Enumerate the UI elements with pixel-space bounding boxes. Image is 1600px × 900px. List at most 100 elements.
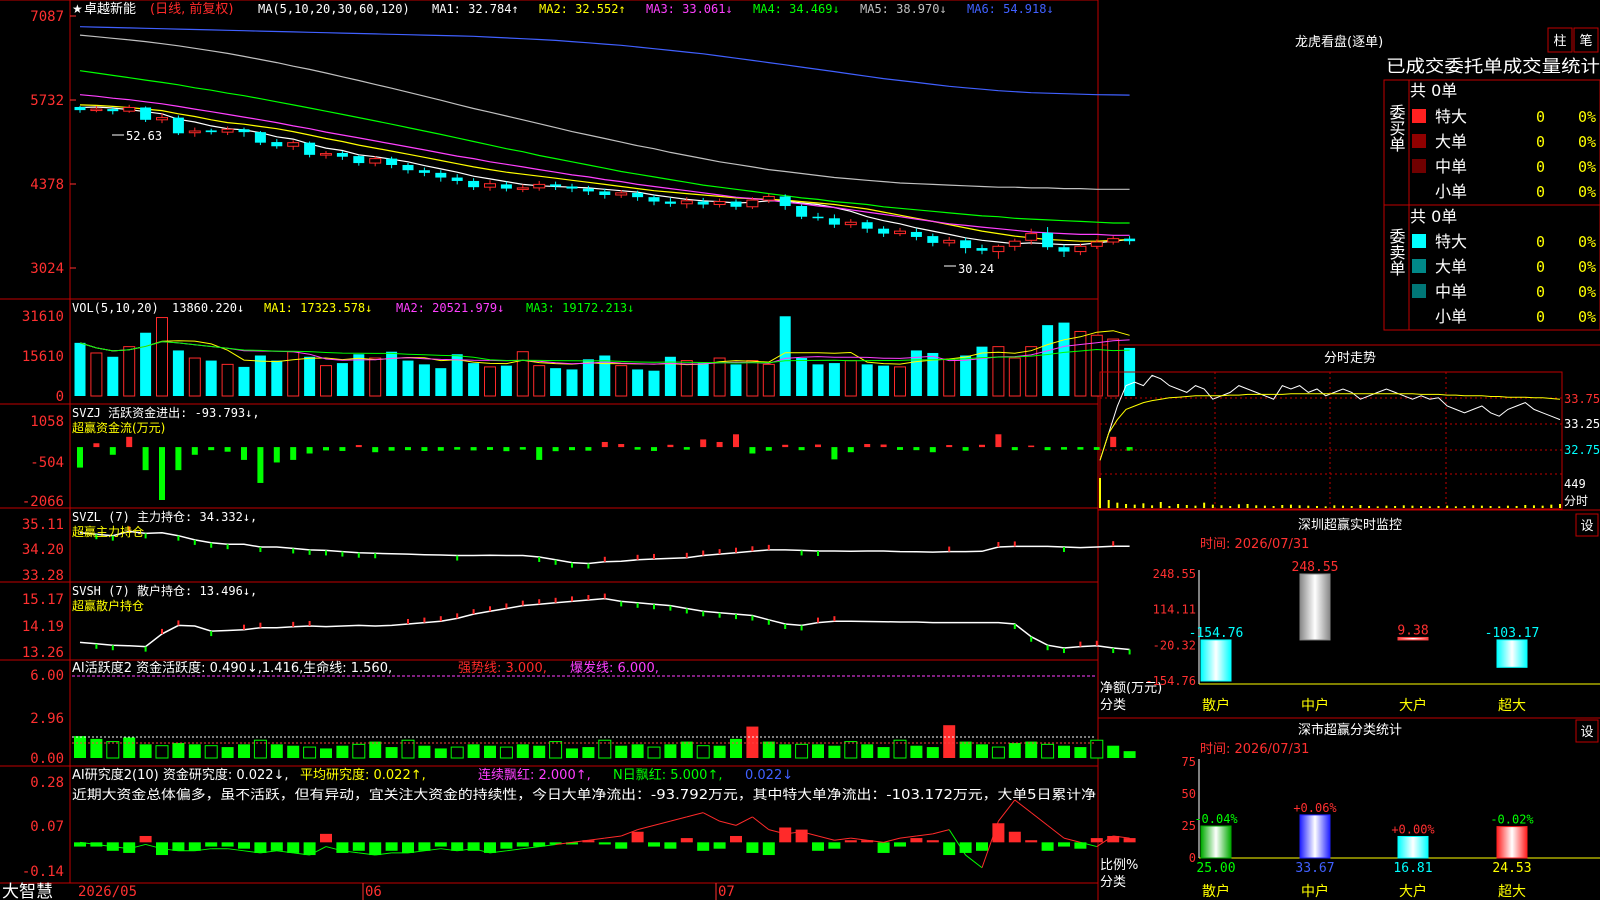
flow-bar — [1044, 447, 1051, 451]
ai-research-avg: 平均研究度: 0.022↑, — [300, 767, 426, 783]
stock-analysis-screen[interactable]: 7087 5732 4378 3024 52.63 30.24 ★ 卓越新能 (… — [0, 0, 1600, 900]
order-row-pct: 0% — [1578, 308, 1596, 326]
research-bar — [254, 842, 267, 853]
research-bar — [352, 842, 365, 851]
tab-tick-detail[interactable]: 笔 — [1573, 27, 1599, 53]
volume-bar — [156, 317, 168, 397]
flow-bar — [552, 447, 559, 452]
activity-bar — [779, 744, 792, 758]
order-row-swatch — [1412, 259, 1426, 273]
intraday-vol-unit: 分时 — [1564, 494, 1588, 508]
volume-bar — [664, 356, 676, 396]
monitor-category-label: 中户 — [1301, 697, 1329, 714]
activity-bar — [582, 747, 595, 758]
stats-cat-label: 分类 — [1100, 875, 1126, 890]
category-bar — [1496, 639, 1528, 668]
svzl-title: SVZL (7) 主力持仓: 34.332↓, — [72, 509, 257, 524]
activity-bar — [1058, 745, 1070, 758]
stats-settings-button[interactable]: 设 — [1575, 719, 1599, 743]
price-tick: 5732 — [30, 93, 64, 109]
activity-bar — [123, 737, 136, 758]
ai-active-tick: 0.00 — [30, 751, 64, 767]
activity-bar — [549, 741, 563, 759]
stats-category-label: 大户 — [1399, 883, 1427, 900]
stats-change-label: -0.04% — [1194, 812, 1238, 826]
activity-bar — [1074, 747, 1087, 758]
monitor-tick: 114.11 — [1153, 603, 1196, 617]
flow-bar — [700, 439, 707, 448]
activity-bar — [434, 748, 447, 758]
stats-change-label: +0.06% — [1293, 801, 1337, 815]
research-bar — [221, 842, 234, 847]
research-bar — [762, 842, 775, 856]
flow-bar — [815, 444, 821, 448]
candle-body — [271, 142, 283, 147]
activity-bar — [1008, 742, 1021, 758]
activity-bar — [287, 745, 300, 758]
activity-bar — [615, 745, 628, 758]
activity-bar — [90, 738, 103, 758]
research-bar — [1090, 838, 1103, 843]
category-bar — [1496, 826, 1528, 859]
flow-bar — [77, 447, 83, 468]
flow-bar — [798, 447, 805, 451]
stats-title: 深市超赢分类统计 — [1298, 722, 1402, 738]
flow-bar — [93, 443, 100, 448]
research-bar — [287, 842, 300, 853]
order-row-count: 0 — [1536, 308, 1545, 326]
research-bar — [631, 831, 644, 843]
volume-bar — [418, 364, 430, 396]
volume-bar — [746, 360, 759, 397]
candle-body — [943, 239, 956, 244]
svsh-title: SVSH (7) 散户持仓: 13.496↓, — [72, 583, 257, 598]
tab-bar-chart-label: 柱 — [1553, 34, 1566, 49]
volume-bar — [615, 365, 628, 397]
monitor-time: 时间: 2026/07/31 — [1200, 537, 1309, 552]
research-bar — [418, 842, 431, 851]
order-row-swatch — [1412, 309, 1426, 323]
svsh-tick: 15.17 — [22, 592, 64, 608]
candle-body — [254, 132, 266, 143]
activity-bar — [385, 747, 398, 758]
svzj-subtitle: 超赢资金流(万元) — [72, 420, 165, 435]
candle-body — [516, 187, 529, 190]
activity-bar — [959, 741, 972, 758]
monitor-settings-label: 设 — [1580, 519, 1593, 534]
candle-body — [1074, 245, 1087, 253]
flow-bar — [290, 447, 297, 460]
volume-bar — [287, 351, 300, 397]
svsh-tick: 13.26 — [22, 645, 64, 661]
candle-body — [533, 183, 546, 189]
research-bar — [877, 842, 890, 853]
order-row-swatch — [1412, 284, 1426, 298]
candle-body — [910, 231, 922, 237]
intraday-price-tick: 32.75 — [1564, 443, 1600, 457]
stats-value-label: 16.81 — [1393, 861, 1432, 876]
candle-body — [927, 236, 939, 243]
candle-body — [287, 142, 300, 147]
order-row-name: 大单 — [1435, 132, 1467, 151]
ai-research-red: 连续飘红: 2.000↑, — [478, 767, 591, 783]
monitor-value-label: 248.55 — [1292, 560, 1339, 575]
volume-bar — [779, 316, 791, 396]
flow-bar — [601, 441, 608, 448]
volume-bar — [861, 364, 873, 396]
flow-bar — [995, 434, 1002, 448]
order-row-name: 中单 — [1435, 157, 1467, 176]
ma6-label: MA6: 54.918↓ — [967, 2, 1054, 16]
research-bar — [516, 842, 529, 847]
volume-bar — [271, 360, 283, 396]
flow-bar — [487, 447, 493, 450]
ai-research-tick: 0.28 — [30, 775, 64, 791]
candle-body — [992, 245, 1005, 253]
candle-body — [320, 153, 332, 156]
tab-bar-chart[interactable]: 柱 — [1547, 27, 1573, 53]
candle-body — [140, 107, 152, 120]
monitor-settings-button[interactable]: 设 — [1575, 513, 1599, 537]
candle-body — [74, 106, 86, 111]
flow-bar — [864, 444, 871, 448]
activity-bar — [303, 746, 317, 759]
flow-bar — [405, 447, 411, 451]
stats-change-label: -0.02% — [1490, 813, 1534, 827]
volume-bar — [762, 363, 775, 397]
